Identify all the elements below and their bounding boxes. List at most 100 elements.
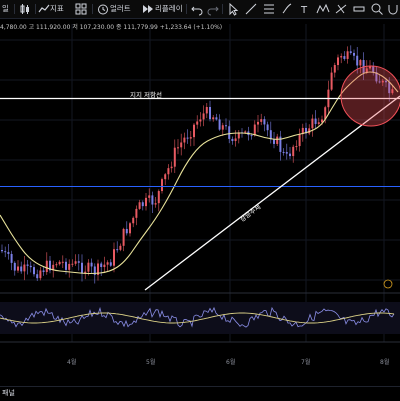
trend-line-label: 상승추세 [238,202,263,224]
candle-body [20,266,23,272]
indicators-button[interactable]: 지표 [50,2,64,16]
bottom-panel-bar: 패널 [0,386,400,401]
candle-body [186,137,189,139]
trend-line-icon[interactable] [244,2,258,16]
time-label-jun: 6월 [226,358,235,366]
candle-body [359,60,362,66]
candle-body [356,55,359,66]
candle-body [337,57,339,66]
candle-body [17,266,19,271]
candle-body [257,121,259,125]
candle-body [116,249,119,251]
candle-body [276,136,279,144]
candle-body [177,147,179,149]
candle-body [39,270,42,279]
zoom-in-icon[interactable] [370,2,384,16]
candle-body [218,119,221,130]
alert-button[interactable]: 얼러트 [110,2,131,16]
fib-retracement-icon[interactable] [262,2,276,16]
candle-body [61,261,64,263]
candle-body [170,166,173,169]
candle-body [330,72,333,90]
toolbar-divider [35,4,36,14]
ruler-icon[interactable] [352,2,366,16]
candle-body [263,119,266,125]
candle-body [87,262,90,272]
candle-body [260,119,263,122]
replay-icon[interactable] [141,2,155,16]
candle-body [65,261,67,270]
candle-body [311,118,314,129]
candle-body [138,202,141,209]
candle-body [333,65,336,73]
toolbar-divider [222,4,223,14]
candle-body [209,106,211,120]
pattern-icon[interactable] [316,2,330,16]
candle-body [231,138,234,142]
toolbar-divider [14,4,15,14]
candle-body [295,146,298,148]
redo-icon[interactable] [206,2,220,16]
candlestick-series [1,45,394,284]
candle-body [244,131,247,133]
candle-body [45,260,48,273]
candle-body [100,263,103,268]
candle-body [196,121,199,125]
candle-body [145,197,147,207]
candle-body [292,146,295,157]
candle-body [343,56,346,59]
candle-body [317,122,320,124]
cursor-icon[interactable] [226,2,240,16]
candle-body [29,265,32,268]
candle-body [135,208,138,218]
candle-body [205,106,208,114]
candle-body [266,124,269,131]
brush-icon[interactable] [280,2,294,16]
candle-body [228,126,231,139]
candle-body [282,151,285,153]
candle-body [148,195,151,198]
highlight-circle[interactable] [340,65,400,127]
uptrend-line[interactable] [144,95,400,291]
candle-body [202,113,205,120]
candle-body [26,264,29,266]
magnet-icon[interactable] [386,2,400,16]
undo-icon[interactable] [190,2,204,16]
candle-body [349,51,352,53]
candle-body [154,203,157,205]
candle-body [71,263,74,265]
resistance-line-label: 지지 저항선 [130,90,162,99]
chart-grid [0,24,400,342]
candle-body [234,138,237,142]
projection-icon[interactable] [334,2,348,16]
interval-button[interactable]: 일 [2,2,9,16]
candle-body [141,202,144,207]
layout-grid-icon[interactable] [74,2,88,16]
candle-body [113,249,115,266]
bottom-panel-label[interactable]: 패널 [2,388,15,398]
candle-body [164,174,167,180]
indicators-icon[interactable] [37,2,51,16]
replay-button[interactable]: 리플레이 [155,2,183,16]
candle-body [199,119,202,122]
candle-body [221,125,224,130]
candle-body [189,137,192,139]
candle-body [346,51,349,59]
candle-body [129,223,131,234]
candle-body [157,191,160,204]
event-flag-icon[interactable] [383,279,393,289]
candle-body [289,153,291,157]
alarm-clock-icon[interactable] [96,2,110,16]
text-tool-icon[interactable]: T [298,2,312,16]
candle-body [132,217,135,224]
candle-body [273,139,275,144]
price-chart[interactable]: 지지 저항선 상승추세 4월 5월 6월 7월 8월 [0,20,400,386]
candles-icon[interactable] [18,2,32,16]
candle-body [58,261,61,265]
candle-body [250,135,253,137]
candle-body [151,195,154,205]
candle-body [4,251,7,253]
candle-body [298,134,301,147]
top-toolbar: 일 지표 얼러트 리플레이 T [0,0,400,19]
candle-body [1,250,3,252]
